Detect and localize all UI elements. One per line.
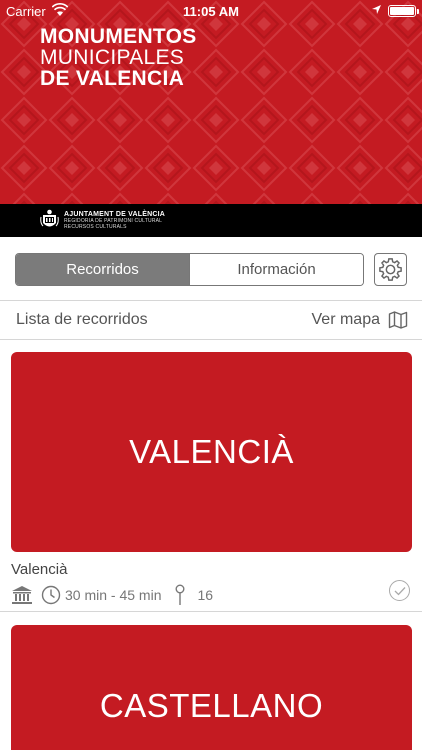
route-stops: 16 xyxy=(197,587,214,603)
route-card-castellano[interactable]: CASTELLANO xyxy=(11,625,412,750)
divider xyxy=(0,339,422,340)
app-header: MONUMENTOS MUNICIPALES DE VALENCIA xyxy=(0,0,422,204)
route-card-valencia[interactable]: VALENCIÀ xyxy=(11,352,412,552)
title-line-3: DE VALENCIA xyxy=(40,67,185,90)
list-header: Lista de recorridos Ver mapa xyxy=(0,301,422,339)
gear-icon xyxy=(379,258,402,281)
battery-icon xyxy=(388,5,419,17)
city-crest-icon xyxy=(40,209,59,227)
map-icon xyxy=(388,311,408,329)
settings-button[interactable] xyxy=(374,253,407,286)
route-name: Valencià xyxy=(11,561,68,578)
clock-icon xyxy=(41,585,61,605)
route-card-label: VALENCIÀ xyxy=(129,433,294,470)
organization-bar: AJUNTAMENT DE VALÈNCIA REGIDORIA DE PATR… xyxy=(0,204,422,237)
section-segmented-control: Recorridos Información xyxy=(15,253,364,286)
divider xyxy=(0,611,422,612)
route-card-label: CASTELLANO xyxy=(99,687,324,724)
organization-text: AJUNTAMENT DE VALÈNCIA REGIDORIA DE PATR… xyxy=(64,211,165,230)
pin-icon xyxy=(175,584,185,606)
view-map-button[interactable]: Ver mapa xyxy=(312,310,408,330)
clock: 11:05 AM xyxy=(183,4,239,19)
tab-recorridos[interactable]: Recorridos xyxy=(16,254,189,285)
completed-check-icon xyxy=(389,580,410,601)
org-subtitle-2: RECURSOS CULTURALS xyxy=(64,224,127,230)
route-duration: 30 min - 45 min xyxy=(65,587,162,603)
app-title: MONUMENTOS MUNICIPALES DE VALENCIA xyxy=(40,26,197,89)
org-name: AJUNTAMENT DE VALÈNCIA xyxy=(64,211,165,218)
monument-icon xyxy=(11,585,33,605)
list-title: Lista de recorridos xyxy=(16,311,148,328)
location-arrow-icon xyxy=(371,3,382,18)
status-bar: Carrier 11:05 AM xyxy=(0,0,422,22)
route-meta: 30 min - 45 min 16 xyxy=(11,584,213,606)
tab-informacion[interactable]: Información xyxy=(189,254,363,285)
title-line-1: MONUMENTOS xyxy=(40,25,197,48)
view-map-label: Ver mapa xyxy=(311,311,380,328)
title-line-2: MUNICIPALES xyxy=(40,46,185,69)
